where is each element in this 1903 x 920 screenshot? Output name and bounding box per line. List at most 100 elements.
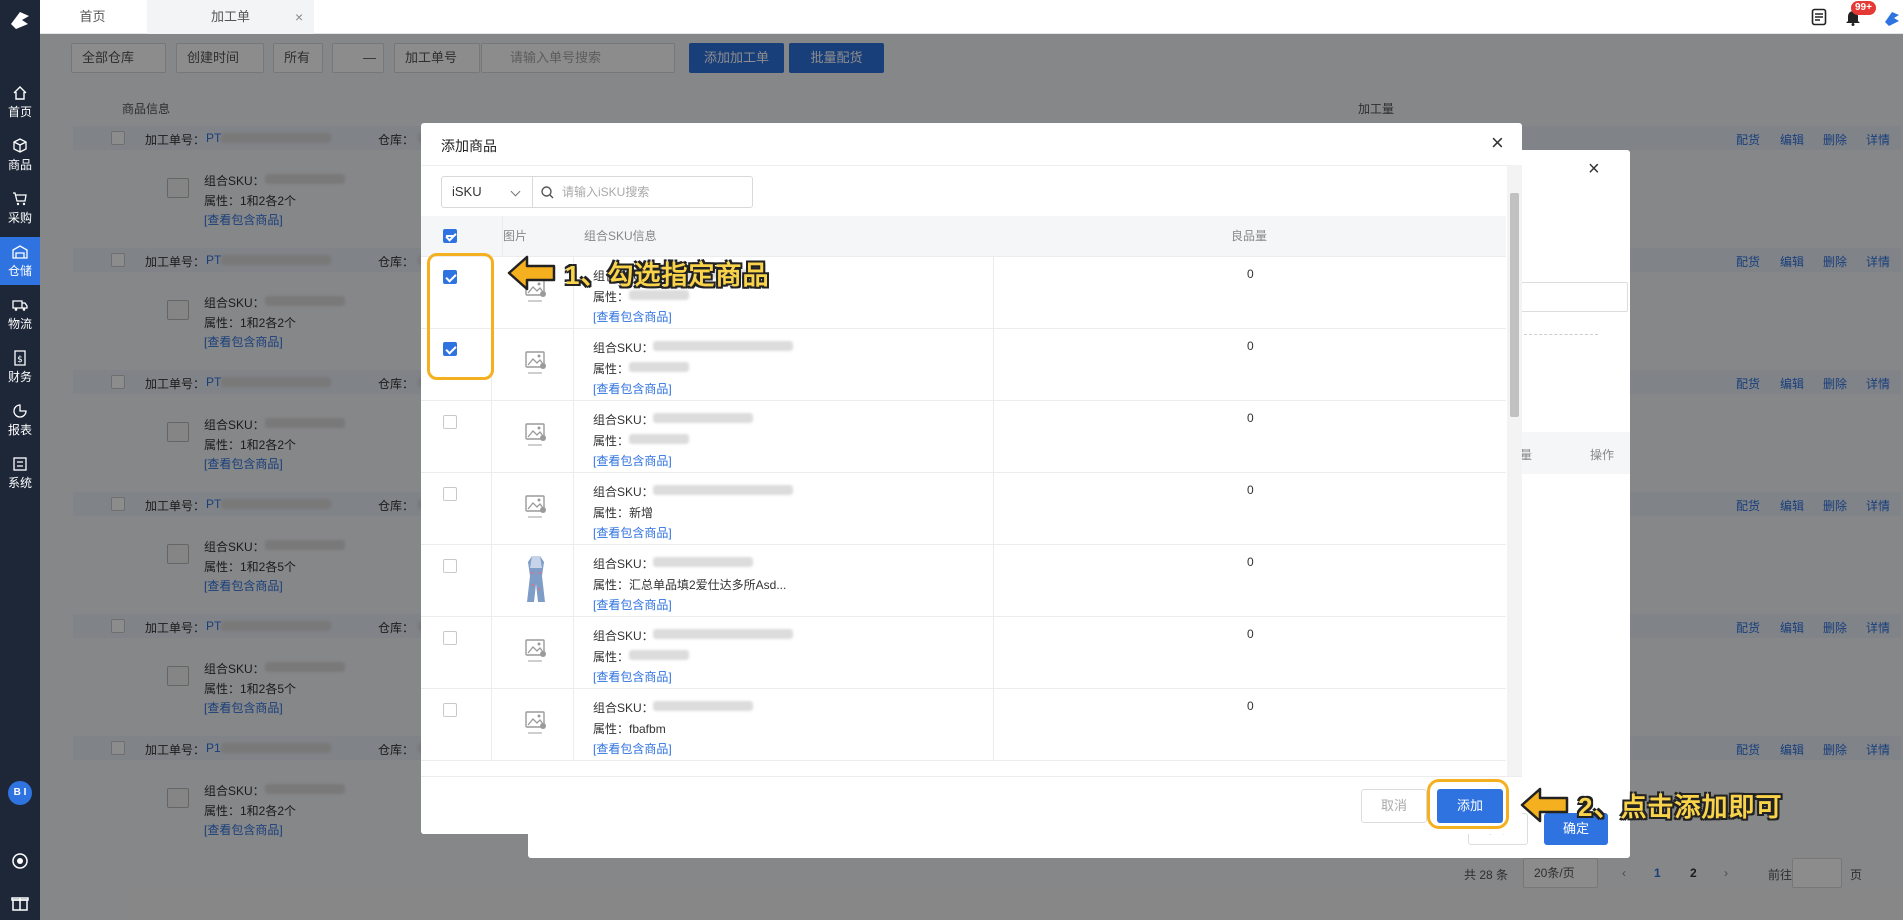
col-divider <box>993 329 994 401</box>
search-bar: iSKU 请输入iSKU搜索 <box>441 176 753 208</box>
support-icon[interactable] <box>11 852 29 870</box>
sku-label: 组合SKU： <box>593 413 654 427</box>
product-row[interactable]: 组合SKU： 属性： [查看包含商品] 0 <box>421 329 1506 401</box>
image-placeholder-icon <box>525 639 547 665</box>
view-items-link[interactable]: [查看包含商品] <box>593 380 672 397</box>
col-divider <box>573 689 574 761</box>
dialog-title: 添加商品 <box>441 138 497 154</box>
col-divider <box>491 401 492 473</box>
good-qty-value: 0 <box>1247 627 1254 641</box>
image-placeholder-icon <box>525 711 547 737</box>
search-divider <box>532 177 533 207</box>
sidebar-item-label: 财务 <box>7 369 32 384</box>
tab-close-icon[interactable]: × <box>295 0 303 34</box>
scrollbar-track[interactable] <box>1507 165 1522 786</box>
col-divider <box>993 257 994 329</box>
sku-label: 组合SKU： <box>593 485 654 499</box>
sidebar-item-label: 采购 <box>7 210 32 225</box>
row-checkbox[interactable] <box>443 415 457 429</box>
truck-icon <box>12 299 28 311</box>
gift-icon[interactable] <box>11 893 29 911</box>
image-placeholder-icon <box>525 351 547 377</box>
product-row[interactable]: 组合SKU： 属性： [查看包含商品] 0 <box>421 617 1506 689</box>
col-sku-info: 组合SKU信息 <box>584 229 657 243</box>
annotation-step1: 1、勾选指定商品 <box>565 260 770 290</box>
notes-icon[interactable] <box>1811 8 1827 26</box>
sidebar-item-storage[interactable]: 仓储 <box>0 237 40 285</box>
row-checkbox[interactable] <box>443 487 457 501</box>
view-items-link[interactable]: [查看包含商品] <box>593 668 672 685</box>
view-items-link[interactable]: [查看包含商品] <box>593 524 672 541</box>
blurred-value <box>653 485 793 495</box>
col-divider <box>993 689 994 761</box>
view-items-link[interactable]: [查看包含商品] <box>593 740 672 757</box>
sidebar-item-system[interactable]: 系统 <box>0 449 40 497</box>
sidebar-item-reports[interactable]: 报表 <box>0 396 40 444</box>
system-icon <box>13 456 27 471</box>
view-items-link[interactable]: [查看包含商品] <box>593 452 672 469</box>
blurred-value <box>629 434 689 444</box>
view-items-link[interactable]: [查看包含商品] <box>593 596 672 613</box>
dialog-header-divider <box>421 165 1522 166</box>
search-icon <box>541 186 554 199</box>
col-divider <box>573 617 574 689</box>
col-divider <box>491 689 492 761</box>
row-checkbox[interactable] <box>443 631 457 645</box>
avatar[interactable]: B I <box>8 781 32 805</box>
top-tab-bar: 首页 加工单 × 99+ <box>40 0 1903 34</box>
scrollbar-thumb[interactable] <box>1510 193 1519 417</box>
product-row[interactable]: 组合SKU： 属性： [查看包含商品] 0 <box>421 401 1506 473</box>
isku-search-input[interactable]: 请输入iSKU搜索 <box>562 177 649 207</box>
dialog-close-icon[interactable]: × <box>1491 130 1504 156</box>
background-dialog-close-icon[interactable]: × <box>1588 158 1600 181</box>
sidebar-item-label: 系统 <box>7 475 32 490</box>
product-row[interactable]: 组合SKU： 属性：汇总单品填2爱仕达多所Asd... [查看包含商品] 0 <box>421 545 1506 617</box>
isku-select[interactable]: iSKU <box>452 177 482 207</box>
cart-icon <box>13 191 27 205</box>
sidebar-item-finance[interactable]: $ 财务 <box>0 343 40 391</box>
sidebar-item-purchase[interactable]: 采购 <box>0 184 40 232</box>
attr-text: 属性： <box>593 362 630 376</box>
sidebar-item-logistics[interactable]: 物流 <box>0 290 40 338</box>
col-divider <box>993 617 994 689</box>
user-icon[interactable] <box>1882 8 1902 28</box>
select-all-checkbox[interactable] <box>443 229 457 243</box>
good-qty-value: 0 <box>1247 555 1254 569</box>
cancel-button[interactable]: 取消 <box>1361 789 1427 823</box>
col-divider <box>993 401 994 473</box>
tab-processing-order[interactable]: 加工单 × <box>147 0 314 34</box>
product-list: 组合SKU： 属性： [查看包含商品] 0 组合SKU： 属性： [查看包含商品… <box>421 257 1506 825</box>
col-divider <box>993 473 994 545</box>
blurred-value <box>629 362 689 372</box>
sidebar-item-label: 报表 <box>7 422 32 437</box>
row-checkbox[interactable] <box>443 559 457 573</box>
tab-home[interactable]: 首页 <box>40 0 145 34</box>
view-items-link[interactable]: [查看包含商品] <box>593 308 672 325</box>
sidebar-item-label: 物流 <box>7 316 32 331</box>
sku-label: 组合SKU： <box>593 341 654 355</box>
add-product-dialog: 添加商品 × iSKU 请输入iSKU搜索 图片 组合SKU信息 良品量 组合S… <box>421 123 1522 834</box>
annotation-step2: 2、点击添加即可 <box>1578 792 1783 822</box>
good-qty-value: 0 <box>1247 339 1254 353</box>
col-good-qty: 良品量 <box>1231 229 1268 243</box>
sidebar-item-home[interactable]: 首页 <box>0 78 40 126</box>
notification-badge: 99+ <box>1851 1 1876 15</box>
sidebar-item-label: 仓储 <box>7 263 32 278</box>
product-row[interactable]: 组合SKU： 属性：fbafbm [查看包含商品] 0 <box>421 689 1506 761</box>
col-divider <box>491 617 492 689</box>
app-logo[interactable] <box>8 8 32 32</box>
col-divider <box>573 473 574 545</box>
image-placeholder-icon <box>525 495 547 521</box>
sidebar-item-products[interactable]: 商品 <box>0 131 40 179</box>
product-image <box>523 554 549 606</box>
attr-text: 属性：汇总单品填2爱仕达多所Asd... <box>593 578 787 592</box>
dollar-icon: $ <box>14 349 26 366</box>
attr-text: 属性： <box>593 650 630 664</box>
blurred-value <box>653 701 753 711</box>
good-qty-value: 0 <box>1247 699 1254 713</box>
product-row[interactable]: 组合SKU： 属性：新增 [查看包含商品] 0 <box>421 473 1506 545</box>
row-checkbox[interactable] <box>443 703 457 717</box>
annotation-highlight-checkboxes <box>427 253 494 380</box>
annotation-arrow-left-icon <box>1520 786 1570 824</box>
blurred-value <box>653 413 753 423</box>
